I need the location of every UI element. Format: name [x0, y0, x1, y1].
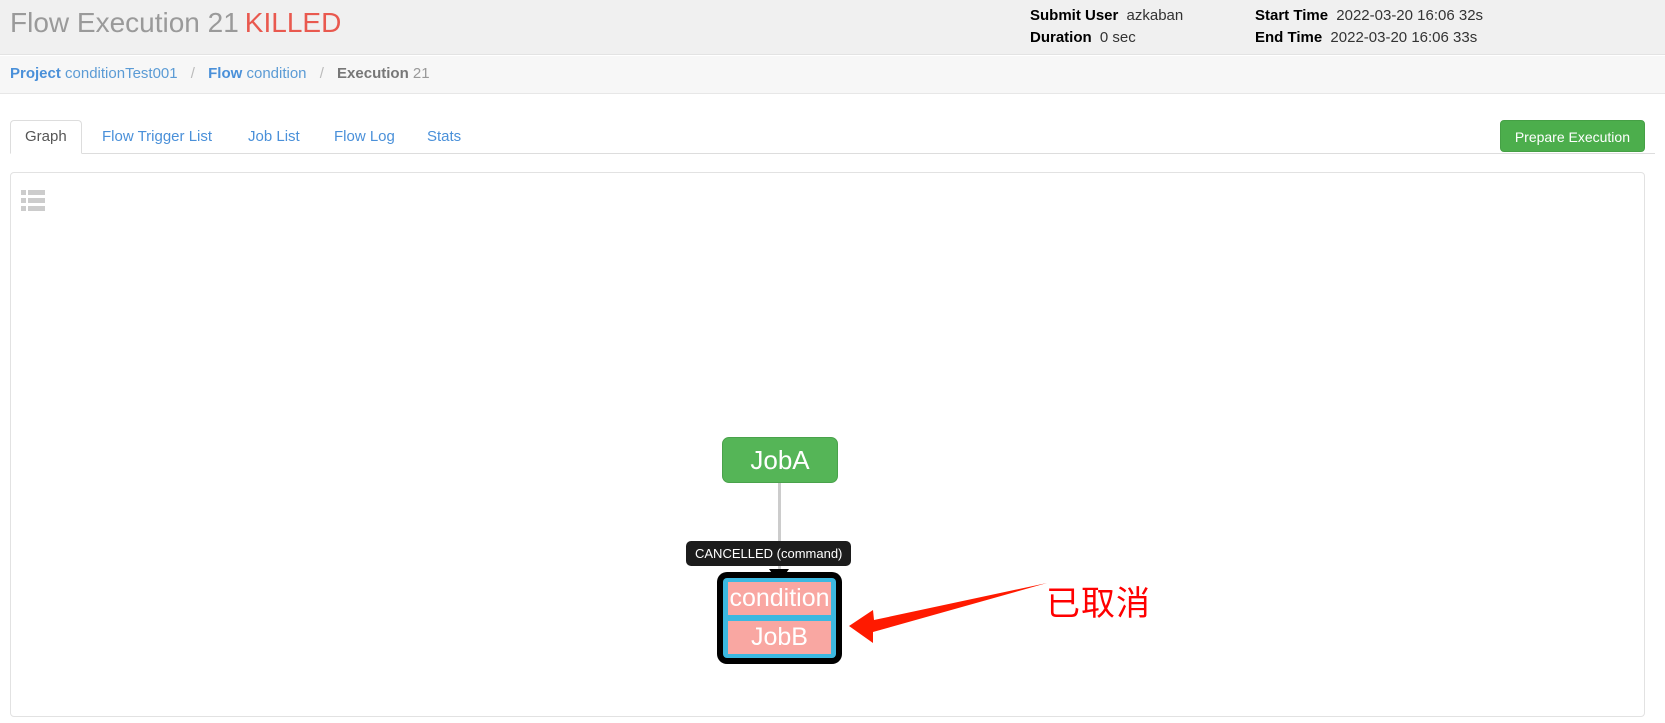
tab-stats[interactable]: Stats: [413, 120, 475, 154]
breadcrumb: Project conditionTest001 / Flow conditio…: [10, 65, 430, 82]
summary-start-time: Start Time 2022-03-20 16:06 32s: [1255, 5, 1483, 27]
status-badge: KILLED: [244, 7, 342, 38]
tab-flow-log[interactable]: Flow Log: [320, 120, 409, 154]
prepare-execution-button[interactable]: Prepare Execution: [1499, 120, 1645, 152]
graph-node-joba[interactable]: JobA: [722, 437, 838, 483]
breadcrumb-execution-value: 21: [412, 65, 430, 82]
graph-node-jobb-condition-label: condition: [728, 582, 831, 615]
execution-header: Flow Execution 21 KILLED Submit User azka…: [0, 0, 1665, 55]
tab-job-list[interactable]: Job List: [234, 120, 314, 154]
graph-panel: JobA CANCELLED (command) condition JobB …: [10, 172, 1645, 717]
summary-submit-user: Submit User azkaban: [1030, 5, 1183, 27]
summary-duration: Duration 0 sec: [1030, 27, 1183, 49]
flow-graph-canvas[interactable]: JobA CANCELLED (command) condition JobB …: [11, 173, 1644, 716]
summary-submit-user-label: Submit User: [1030, 7, 1119, 24]
tab-flow-trigger-list[interactable]: Flow Trigger List: [88, 120, 226, 154]
edge-status-label: CANCELLED (command): [686, 541, 852, 566]
summary-column-right: Start Time 2022-03-20 16:06 32s End Time…: [1255, 5, 1483, 49]
summary-start-time-label: Start Time: [1255, 7, 1329, 24]
breadcrumb-execution-key: Execution: [337, 65, 409, 82]
summary-duration-value: 0 sec: [1099, 29, 1136, 46]
summary-duration-label: Duration: [1030, 29, 1092, 46]
breadcrumb-separator-2: /: [319, 65, 324, 82]
page-title: Flow Execution 21 KILLED: [10, 7, 341, 39]
summary-column-left: Submit User azkaban Duration 0 sec: [1030, 5, 1183, 49]
graph-node-jobb-frame: condition JobB: [723, 578, 836, 658]
breadcrumb-project-value[interactable]: conditionTest001: [65, 65, 178, 82]
execution-page: Flow Execution 21 KILLED Submit User azka…: [0, 0, 1665, 723]
summary-submit-user-value: azkaban: [1126, 7, 1184, 24]
graph-node-jobb-name-label: JobB: [728, 621, 831, 654]
graph-node-joba-label: JobA: [750, 445, 810, 475]
summary-end-time-label: End Time: [1255, 29, 1323, 46]
breadcrumb-separator-1: /: [190, 65, 195, 82]
summary-start-time-value: 2022-03-20 16:06 32s: [1336, 7, 1484, 24]
page-title-text: Flow Execution 21: [10, 7, 239, 38]
tab-bar: Graph Flow Trigger List Job List Flow Lo…: [0, 120, 1665, 154]
breadcrumb-flow-key[interactable]: Flow: [208, 65, 242, 82]
breadcrumb-bar: Project conditionTest001 / Flow conditio…: [0, 56, 1665, 94]
breadcrumb-flow-value[interactable]: condition: [246, 65, 306, 82]
tab-graph[interactable]: Graph: [10, 120, 82, 154]
summary-end-time: End Time 2022-03-20 16:06 33s: [1255, 27, 1483, 49]
summary-end-time-value: 2022-03-20 16:06 33s: [1330, 29, 1478, 46]
breadcrumb-project-key[interactable]: Project: [10, 65, 61, 82]
annotation-text: 已取消: [1046, 584, 1151, 624]
graph-node-jobb[interactable]: condition JobB: [717, 572, 842, 664]
